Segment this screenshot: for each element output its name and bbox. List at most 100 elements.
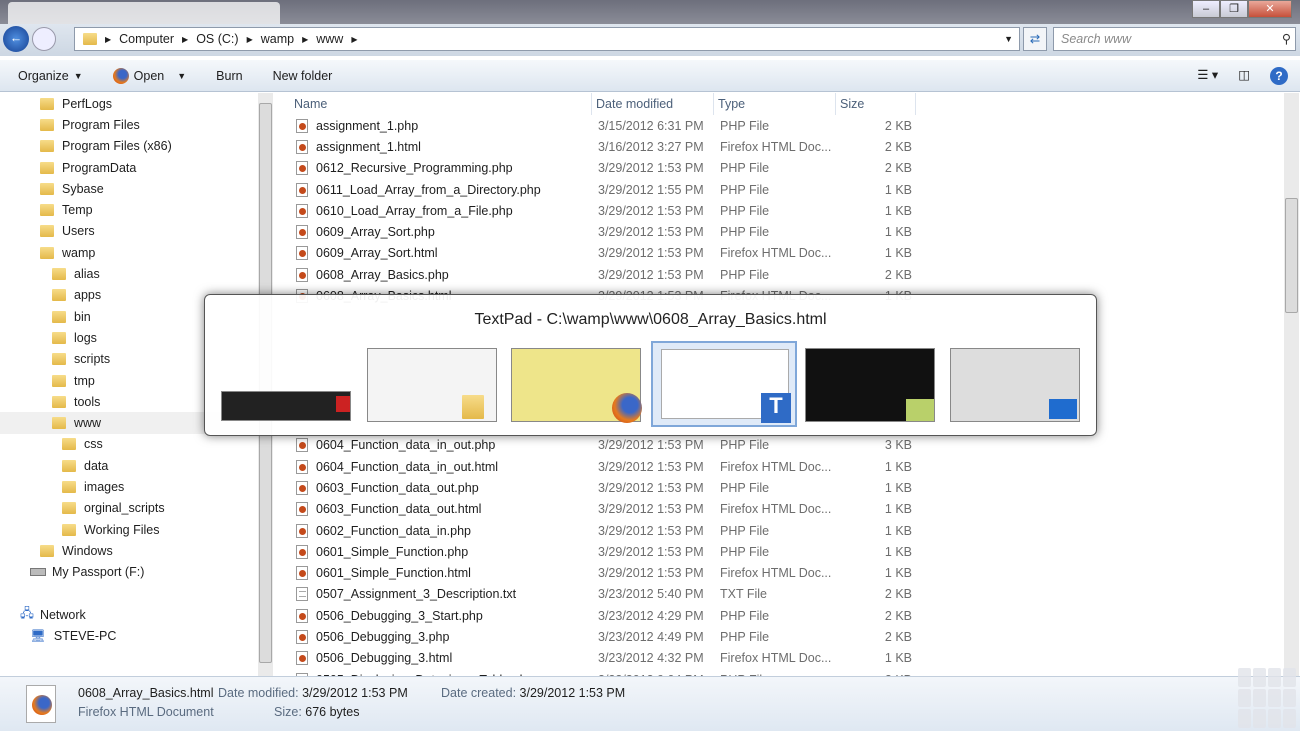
preview-pane-icon[interactable]: ◫	[1238, 67, 1250, 85]
maximize-button[interactable]: ❐	[1220, 0, 1248, 18]
window-thumb-textpad[interactable]: T	[651, 341, 797, 427]
folder-icon	[40, 544, 54, 557]
back-button[interactable]: ←	[3, 26, 29, 52]
file-row[interactable]: 0610_Load_Array_from_a_File.php 3/29/2012…	[290, 200, 1280, 221]
tree-item[interactable]: alias	[0, 263, 258, 284]
file-row[interactable]: 0604_Function_data_in_out.php 3/29/2012 1…	[290, 435, 1280, 456]
tree-item-label: bin	[74, 309, 91, 324]
view-options-icon[interactable]: ☰ ▾	[1197, 67, 1218, 85]
file-row[interactable]: 0612_Recursive_Programming.php 3/29/2012 …	[290, 158, 1280, 179]
file-row[interactable]: 0601_Simple_Function.php 3/29/2012 1:53 P…	[290, 541, 1280, 562]
file-size: 2 KB	[884, 267, 912, 282]
column-date[interactable]: Date modified	[592, 93, 714, 115]
refresh-button[interactable]: ⇄	[1023, 27, 1047, 51]
file-row[interactable]: 0603_Function_data_out.html 3/29/2012 1:5…	[290, 499, 1280, 520]
list-scrollbar[interactable]	[1284, 93, 1299, 676]
tree-item-label: logs	[74, 330, 97, 345]
tree-item-label: Sybase	[62, 181, 104, 196]
window-thumb-media-player[interactable]	[221, 391, 351, 421]
breadcrumb-computer[interactable]: Computer	[119, 32, 174, 46]
file-row[interactable]: assignment_1.php 3/15/2012 6:31 PM PHP Fil…	[290, 115, 1280, 136]
tree-item[interactable]: Program Files	[0, 114, 258, 135]
column-name[interactable]: Name	[290, 93, 592, 115]
window-thumb-firefox[interactable]	[511, 348, 642, 423]
file-row[interactable]: 0602_Function_data_in.php 3/29/2012 1:53 …	[290, 520, 1280, 541]
file-size: 1 KB	[884, 502, 912, 517]
breadcrumb-www[interactable]: www	[316, 32, 343, 46]
tree-item[interactable]: Program Files (x86)	[0, 136, 258, 157]
file-row[interactable]: 0609_Array_Sort.php 3/29/2012 1:53 PM PHP …	[290, 221, 1280, 242]
file-row[interactable]: 0507_Assignment_3_Description.txt 3/23/20…	[290, 584, 1280, 605]
forward-button[interactable]	[32, 27, 56, 51]
file-row[interactable]: 0505_Displaying_Data_in_a_Table.php3/23/…	[290, 669, 1280, 676]
column-type[interactable]: Type	[714, 93, 836, 115]
file-row[interactable]: 0506_Debugging_3_Start.php 3/23/2012 4:29…	[290, 605, 1280, 626]
tree-item-label: data	[84, 458, 109, 473]
burn-button[interactable]: Burn	[216, 69, 242, 83]
file-type: Firefox HTML Doc...	[720, 459, 832, 474]
tree-item[interactable]: data	[0, 455, 258, 476]
chevron-down-icon[interactable]: ▼	[1004, 34, 1013, 44]
alt-tab-switcher: TextPad - C:\wamp\www\0608_Array_Basics.…	[204, 294, 1097, 436]
minimize-button[interactable]: –	[1192, 0, 1220, 18]
tree-item[interactable]: Users	[0, 221, 258, 242]
tree-item[interactable]: 🖧 Network	[0, 604, 258, 625]
file-icon	[296, 480, 308, 495]
help-icon[interactable]: ?	[1270, 67, 1288, 85]
file-row[interactable]: 0506_Debugging_3.php 3/23/2012 4:49 PM PHP…	[290, 626, 1280, 647]
touch-keyboard-icon[interactable]	[1238, 668, 1296, 728]
folder-icon	[52, 331, 66, 344]
file-date: 3/23/2012 4:29 PM	[598, 608, 704, 623]
tree-item[interactable]: 🖥 STEVE-PC	[0, 625, 258, 646]
window-thumb-desktop[interactable]	[950, 348, 1080, 422]
window-thumb-video-editor[interactable]	[805, 348, 935, 422]
folder-icon	[52, 310, 66, 323]
file-type: PHP File	[720, 118, 770, 133]
file-name: 0608_Array_Basics.php	[316, 267, 449, 282]
file-row[interactable]: 0506_Debugging_3.html 3/23/2012 4:32 PM Fi…	[290, 648, 1280, 669]
column-size[interactable]: Size	[836, 93, 916, 115]
file-row[interactable]: 0608_Array_Basics.php 3/29/2012 1:53 PM PH…	[290, 264, 1280, 285]
tree-item[interactable]: PerfLogs	[0, 93, 258, 114]
search-icon[interactable]: ⚲	[1282, 31, 1291, 46]
search-input[interactable]: Search www ⚲	[1053, 27, 1296, 51]
tree-item[interactable]: css	[0, 434, 258, 455]
window-thumb-explorer[interactable]	[367, 348, 497, 422]
file-size: 1 KB	[884, 246, 912, 261]
tree-item[interactable]: Temp	[0, 199, 258, 220]
address-bar[interactable]: ▶ Computer ▶ OS (C:) ▶ wamp ▶ www ▶ ▼	[74, 27, 1020, 51]
firefox-icon	[612, 393, 642, 423]
breadcrumb-os-c[interactable]: OS (C:)	[196, 32, 238, 46]
file-size: 1 KB	[884, 182, 912, 197]
tree-item[interactable]: orginal_scripts	[0, 498, 258, 519]
file-row[interactable]: 0603_Function_data_out.php 3/29/2012 1:53…	[290, 477, 1280, 498]
file-row[interactable]: 0601_Simple_Function.html 3/29/2012 1:53 …	[290, 562, 1280, 583]
open-button[interactable]: Open ▼	[112, 67, 186, 84]
tree-item-label: Temp	[62, 203, 93, 218]
tree-item[interactable]: Windows	[0, 540, 258, 561]
close-button[interactable]: ✕	[1248, 0, 1292, 18]
file-icon	[296, 608, 308, 623]
file-row[interactable]: 0609_Array_Sort.html 3/29/2012 1:53 PM Fir…	[290, 243, 1280, 264]
file-icon	[296, 523, 308, 538]
organize-button[interactable]: Organize ▼	[18, 69, 83, 83]
modified-value: 3/29/2012 1:53 PM	[302, 686, 408, 700]
tree-item[interactable]: My Passport (F:)	[0, 562, 258, 583]
new-folder-button[interactable]: New folder	[273, 69, 333, 83]
tree-item[interactable]: images	[0, 476, 258, 497]
file-type: Firefox HTML Doc...	[720, 139, 832, 154]
file-row[interactable]: 0611_Load_Array_from_a_Directory.php 3/29…	[290, 179, 1280, 200]
tree-item-label: Program Files (x86)	[62, 139, 172, 154]
folder-icon	[462, 395, 484, 419]
tree-item[interactable]: Working Files	[0, 519, 258, 540]
file-name: 0609_Array_Sort.php	[316, 225, 435, 240]
file-row[interactable]: assignment_1.html 3/16/2012 3:27 PM Firefo…	[290, 136, 1280, 157]
tree-item	[0, 583, 258, 604]
file-type: PHP File	[720, 267, 770, 282]
breadcrumb-wamp[interactable]: wamp	[261, 32, 294, 46]
tree-item[interactable]: ProgramData	[0, 157, 258, 178]
file-row[interactable]: 0604_Function_data_in_out.html 3/29/2012 …	[290, 456, 1280, 477]
tree-item[interactable]: wamp	[0, 242, 258, 263]
tree-item[interactable]: Sybase	[0, 178, 258, 199]
file-name: 0506_Debugging_3_Start.php	[316, 608, 483, 623]
